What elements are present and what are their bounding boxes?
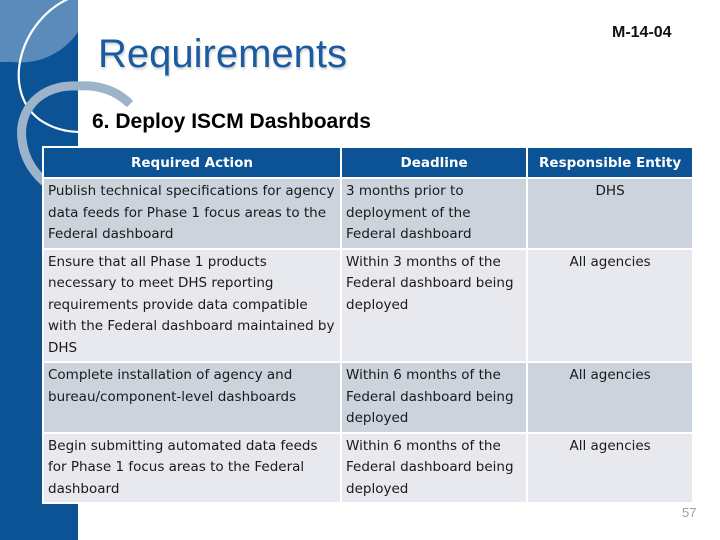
cell-deadline: 3 months prior to deployment of the Fede…: [342, 179, 527, 248]
slide-subtitle: 6. Deploy ISCM Dashboards: [92, 110, 371, 133]
requirements-table: Required Action Deadline Responsible Ent…: [42, 146, 694, 504]
light-blue-segment: [0, 0, 78, 63]
cell-deadline: Within 3 months of the Federal dashboard…: [342, 249, 527, 361]
cell-entity: All agencies: [528, 433, 692, 502]
table-row: Begin submitting automated data feeds fo…: [44, 433, 692, 502]
table-row: Ensure that all Phase 1 products necessa…: [44, 249, 692, 361]
cell-action: Ensure that all Phase 1 products necessa…: [44, 249, 341, 361]
table-header-row: Required Action Deadline Responsible Ent…: [44, 148, 692, 177]
cell-action: Begin submitting automated data feeds fo…: [44, 433, 341, 502]
cell-entity: DHS: [528, 179, 692, 248]
table-row: Publish technical specifications for age…: [44, 179, 692, 248]
cell-entity: All agencies: [528, 363, 692, 432]
cell-deadline: Within 6 months of the Federal dashboard…: [342, 433, 527, 502]
page-number: 57: [682, 505, 697, 520]
cell-entity: All agencies: [528, 249, 692, 361]
gray-ring-arc-outer: [77, 81, 134, 108]
cell-deadline: Within 6 months of the Federal dashboard…: [342, 363, 527, 432]
slide-title: Requirements: [98, 32, 348, 76]
header-deadline: Deadline: [342, 148, 527, 177]
header-responsible-entity: Responsible Entity: [528, 148, 692, 177]
cell-action: Publish technical specifications for age…: [44, 179, 341, 248]
header-required-action: Required Action: [44, 148, 341, 177]
cell-action: Complete installation of agency and bure…: [44, 363, 341, 432]
table-row: Complete installation of agency and bure…: [44, 363, 692, 432]
document-id: M-14-04: [612, 24, 672, 41]
